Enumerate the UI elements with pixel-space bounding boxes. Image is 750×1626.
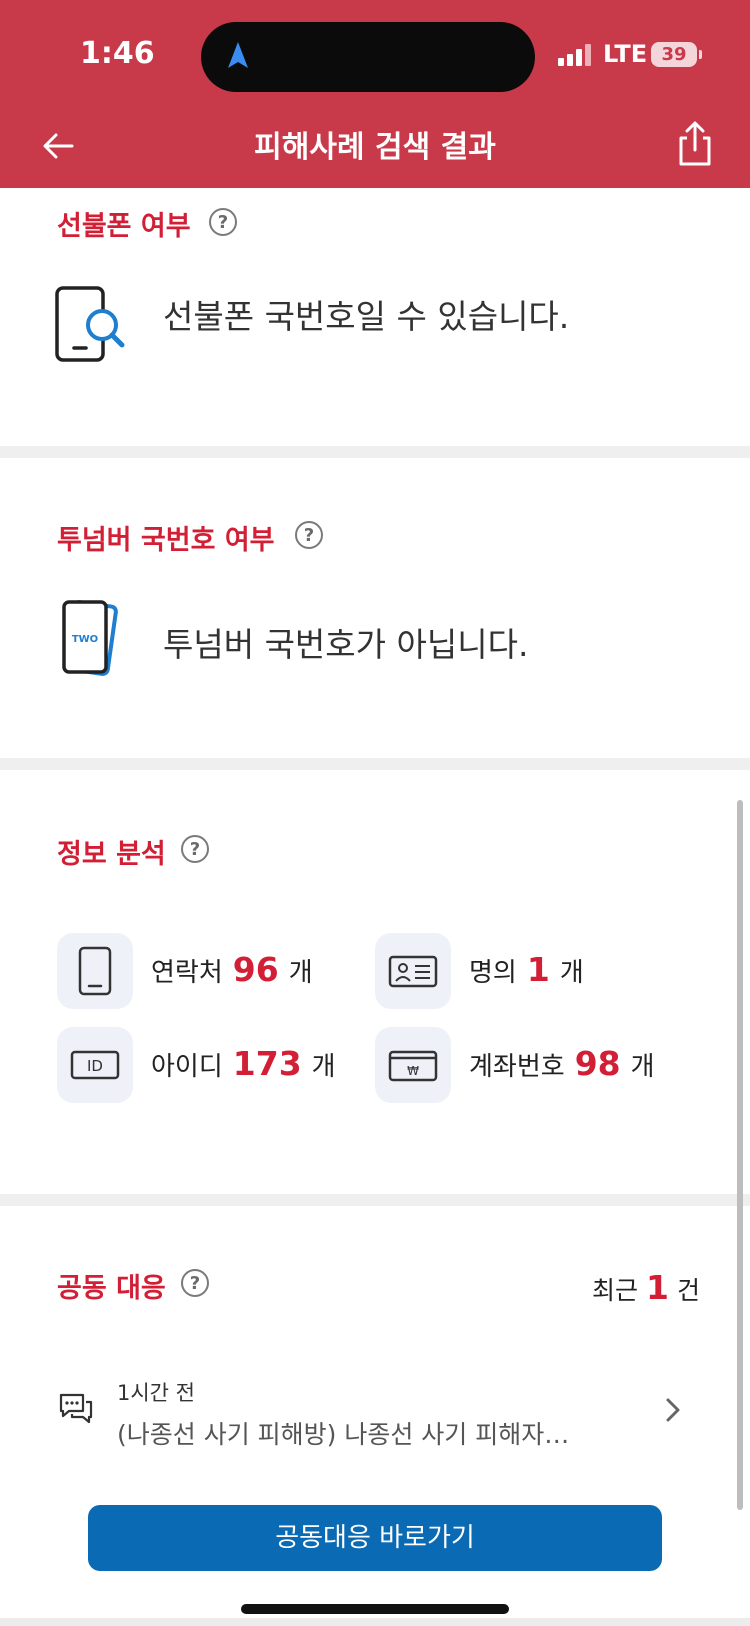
id-icon: ID	[70, 1050, 120, 1080]
phone-search-icon	[55, 286, 125, 362]
contact-stat: 연락처 96 개	[151, 950, 313, 989]
prepaid-message: 선불폰 국번호일 수 있습니다.	[163, 297, 570, 336]
phone-icon	[78, 946, 112, 996]
recent-unit: 건	[676, 1276, 700, 1305]
identity-stat: 명의 1 개	[469, 950, 584, 989]
identity-label: 명의	[469, 958, 517, 988]
identity-tile	[375, 933, 451, 1009]
battery-icon: 39	[651, 42, 697, 67]
bank-card-icon: ₩	[388, 1050, 438, 1082]
signal-icon	[558, 44, 591, 66]
contact-unit: 개	[288, 958, 313, 988]
joint-response-title: 공동 대응	[57, 1273, 166, 1304]
section-divider	[0, 1194, 750, 1206]
userid-label: 아이디	[151, 1052, 223, 1082]
userid-unit: 개	[311, 1052, 336, 1082]
home-indicator	[241, 1604, 509, 1614]
dynamic-island	[201, 22, 535, 92]
identity-count: 1	[526, 950, 550, 989]
share-icon[interactable]	[675, 120, 715, 168]
status-time: 1:46	[80, 36, 155, 71]
page-title: 피해사례 검색 결과	[254, 130, 496, 165]
contact-tile	[57, 933, 133, 1009]
item-title: (나종선 사기 피해방) 나종선 사기 피해자…	[117, 1420, 570, 1449]
contact-label: 연락처	[151, 958, 223, 988]
bottom-divider	[0, 1618, 750, 1626]
section-divider	[0, 446, 750, 458]
recent-count: 최근 1 건	[592, 1268, 700, 1307]
section-divider	[0, 758, 750, 770]
account-label: 계좌번호	[469, 1052, 565, 1082]
prepaid-section-title: 선불폰 여부	[57, 211, 191, 242]
id-card-icon	[388, 955, 438, 988]
prepaid-help-icon[interactable]: ?	[209, 208, 237, 236]
two-label: TWO	[72, 634, 98, 645]
two-number-section-title: 투넘버 국번호 여부	[57, 525, 275, 556]
info-analysis-title: 정보 분석	[57, 839, 166, 870]
joint-response-button[interactable]: 공동대응 바로가기	[88, 1505, 662, 1571]
won-sign: ₩	[407, 1064, 419, 1078]
userid-tile: ID	[57, 1027, 133, 1103]
location-arrow-icon	[228, 42, 248, 68]
account-stat: 계좌번호 98 개	[469, 1044, 655, 1083]
item-time: 1시간 전	[117, 1381, 195, 1405]
chevron-right-icon[interactable]	[663, 1396, 683, 1424]
app-header: 1:46 LTE 39 피해사례 검색 결과	[0, 0, 750, 188]
chat-icon	[59, 1393, 93, 1424]
userid-count: 173	[232, 1044, 302, 1083]
account-unit: 개	[630, 1052, 655, 1082]
userid-stat: 아이디 173 개	[151, 1044, 336, 1083]
recent-number: 1	[646, 1268, 669, 1307]
recent-label: 최근	[592, 1276, 639, 1305]
two-number-icon: TWO	[62, 600, 118, 676]
scrollbar[interactable]	[737, 800, 743, 1510]
account-count: 98	[574, 1044, 621, 1083]
identity-unit: 개	[559, 958, 584, 988]
contact-count: 96	[232, 950, 279, 989]
network-label: LTE	[603, 40, 648, 68]
joint-response-help-icon[interactable]: ?	[181, 1269, 209, 1297]
account-tile: ₩	[375, 1027, 451, 1103]
two-number-message: 투넘버 국번호가 아닙니다.	[163, 625, 529, 664]
info-analysis-help-icon[interactable]: ?	[181, 835, 209, 863]
two-number-help-icon[interactable]: ?	[295, 521, 323, 549]
id-icon-text: ID	[87, 1057, 103, 1075]
battery-tip	[699, 50, 702, 59]
